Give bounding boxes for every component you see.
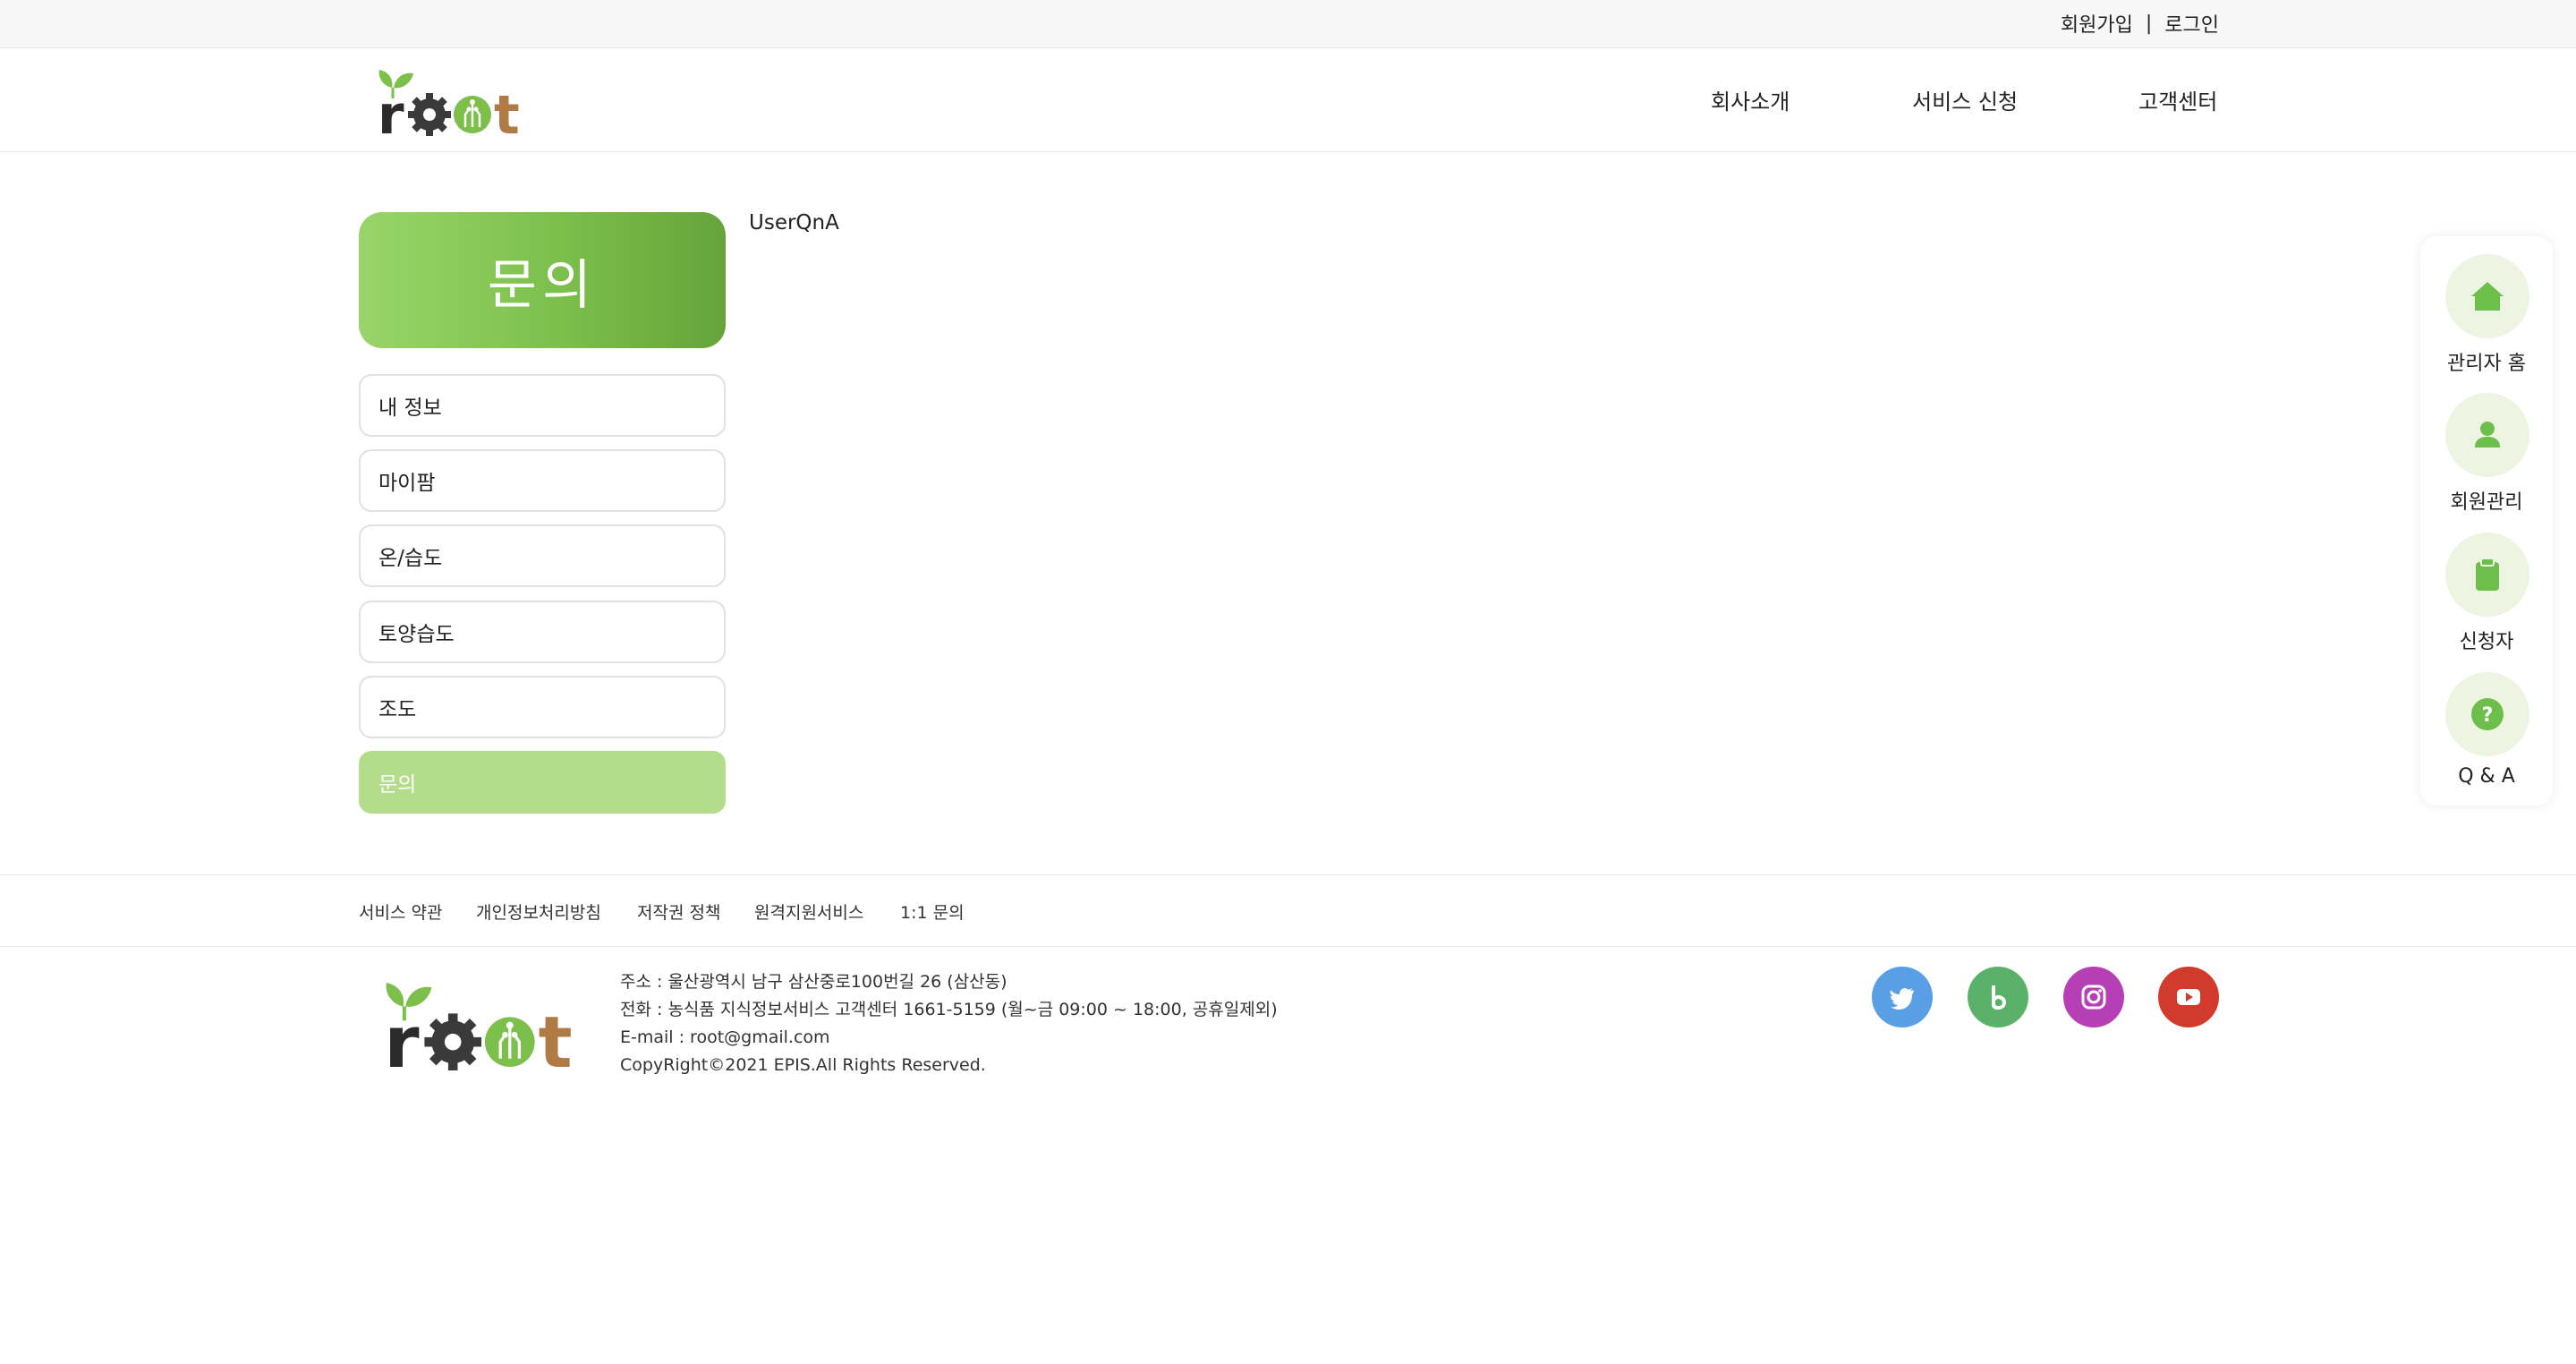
footer-phone: 전화 : 농식품 지식정보서비스 고객센터 1661-5159 (월~금 09:…	[620, 1000, 1278, 1019]
quick-menu-label: 회원관리	[2450, 491, 2523, 514]
footer-email: E-mail : root@gmail.com	[620, 1027, 830, 1047]
twitter-button[interactable]	[1872, 967, 1933, 1027]
quick-menu-applicants[interactable]: 신청자	[2420, 533, 2553, 658]
svg-text:t: t	[494, 84, 520, 136]
quick-menu-label: 신청자	[2459, 631, 2514, 653]
header-logo[interactable]: r t	[374, 64, 528, 147]
user-icon	[2475, 422, 2500, 448]
home-icon	[2471, 282, 2504, 311]
quick-menu-label: 관리자 홈	[2447, 353, 2526, 375]
root-logo-icon: r t	[378, 70, 520, 147]
question-icon: ?	[2471, 698, 2504, 730]
page-title: UserQnA	[749, 211, 839, 234]
svg-text:r: r	[378, 84, 404, 136]
svg-text:t: t	[539, 1001, 573, 1070]
sidebar-item-my-farm[interactable]: 마이팜	[359, 449, 726, 512]
quick-menu-circle: ?	[2445, 672, 2529, 756]
twitter-icon	[1890, 988, 1914, 1010]
footer-link-one-to-one[interactable]: 1:1 문의	[900, 899, 965, 924]
clipboard-icon	[2476, 558, 2499, 591]
utility-links: 회원가입 | 로그인	[2061, 9, 2219, 38]
svg-text:?: ?	[2482, 704, 2494, 727]
login-link[interactable]: 로그인	[2164, 9, 2219, 38]
signup-link[interactable]: 회원가입	[2061, 9, 2133, 38]
quick-menu: 관리자 홈 회원관리 신청자 ? Q & A	[2420, 236, 2553, 806]
sidebar-item-soil-moisture[interactable]: 토양습도	[359, 601, 726, 663]
footer-link-copyright[interactable]: 저작권 정책	[637, 899, 720, 924]
quick-menu-circle	[2445, 533, 2529, 617]
footer-link-privacy[interactable]: 개인정보처리방침	[476, 899, 601, 924]
footer-copyright: CopyRight©2021 EPIS.All Rights Reserved.	[620, 1055, 986, 1075]
sidebar-title: 문의	[359, 212, 726, 348]
utility-bar: 회원가입 | 로그인	[0, 0, 2576, 48]
footer-info: 주소 : 울산광역시 남구 삼산중로100번길 26 (삼산동) 전화 : 농식…	[620, 968, 1278, 1079]
sidebar-item-my-info[interactable]: 내 정보	[359, 374, 726, 437]
footer-links: 서비스 약관 개인정보처리방침 저작권 정책 원격지원서비스 1:1 문의	[0, 874, 2576, 947]
sidebar-item-temp-humidity[interactable]: 온/습도	[359, 524, 726, 587]
nav-about[interactable]: 회사소개	[1711, 84, 1790, 115]
quick-menu-members[interactable]: 회원관리	[2420, 393, 2553, 518]
quick-menu-label: Q & A	[2458, 765, 2515, 788]
bing-button[interactable]	[1968, 967, 2028, 1027]
youtube-button[interactable]	[2158, 967, 2219, 1027]
svg-text:r: r	[384, 1001, 419, 1070]
quick-menu-admin-home[interactable]: 관리자 홈	[2420, 254, 2553, 379]
quick-menu-circle	[2445, 254, 2529, 338]
footer-address: 주소 : 울산광역시 남구 삼산중로100번길 26 (삼산동)	[620, 972, 1007, 992]
utility-separator: |	[2145, 12, 2153, 35]
footer-link-remote-support[interactable]: 원격지원서비스	[754, 899, 863, 924]
quick-menu-circle	[2445, 393, 2529, 477]
youtube-icon	[2177, 989, 2200, 1005]
instagram-button[interactable]	[2063, 967, 2124, 1027]
instagram-icon	[2081, 985, 2106, 1010]
header: r t 회사소개 서비스 신청 고객센터	[0, 48, 2576, 152]
quick-menu-qna[interactable]: ? Q & A	[2420, 672, 2553, 797]
sidebar-item-illuminance[interactable]: 조도	[359, 676, 726, 738]
nav-support[interactable]: 고객센터	[2138, 84, 2217, 115]
nav-service[interactable]: 서비스 신청	[1912, 84, 2018, 115]
footer-logo: r t	[379, 976, 583, 1084]
bing-icon	[1992, 985, 2006, 1010]
root-logo-icon: r t	[384, 982, 573, 1084]
sidebar-item-inquiry[interactable]: 문의	[359, 751, 726, 814]
footer-link-terms[interactable]: 서비스 약관	[359, 899, 442, 924]
